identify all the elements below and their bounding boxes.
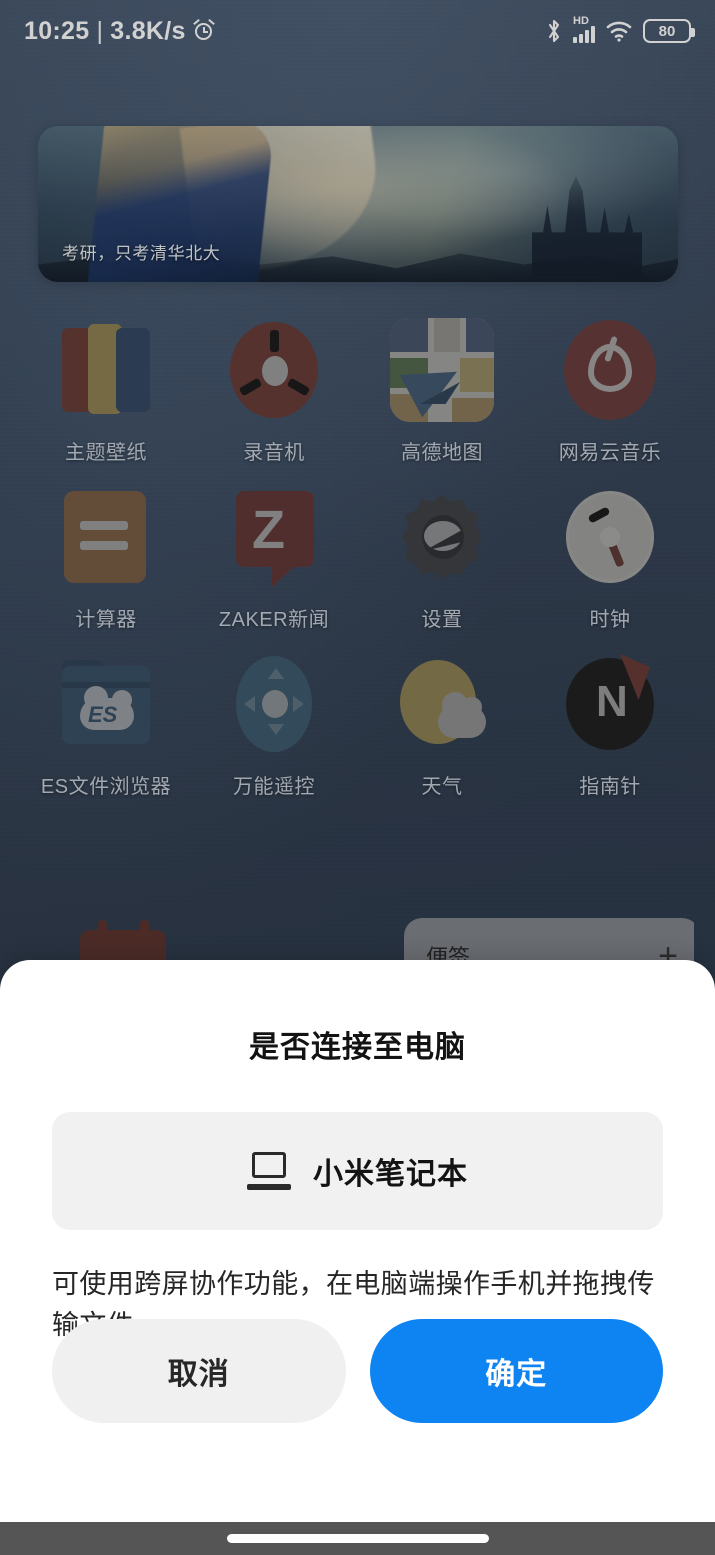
connect-to-computer-dialog: 是否连接至电脑 小米笔记本 可使用跨屏协作功能，在电脑端操作手机并拖拽传输文件 … [0,960,715,1535]
device-option-card[interactable]: 小米笔记本 [52,1112,663,1230]
dialog-actions: 取消 确定 [52,1319,663,1423]
laptop-icon [247,1152,291,1190]
cancel-button[interactable]: 取消 [52,1319,346,1423]
home-indicator[interactable] [226,1534,489,1543]
system-navigation-bar [0,1522,715,1555]
dialog-title: 是否连接至电脑 [249,1031,466,1064]
device-name: 小米笔记本 [313,1158,468,1191]
confirm-button[interactable]: 确定 [369,1319,663,1423]
